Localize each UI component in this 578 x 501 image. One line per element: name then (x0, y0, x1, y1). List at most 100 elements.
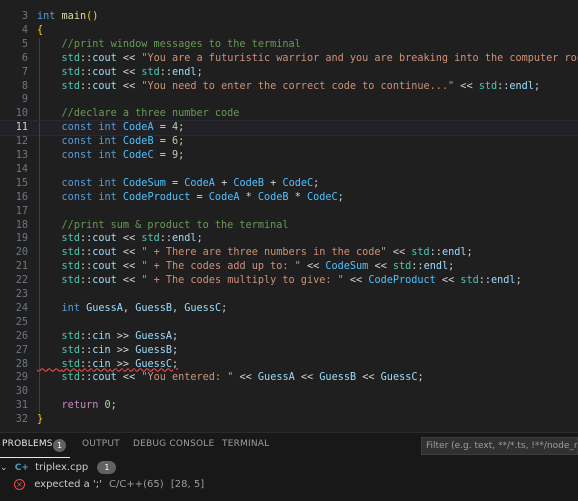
code-line[interactable]: 23 (0, 288, 578, 302)
code-text: std::cout << " + The codes add up to: " … (61, 261, 455, 273)
code-text: { (37, 24, 44, 36)
code-text: int GuessA, GuessB, GuessC; (61, 302, 228, 314)
code-line[interactable]: 28 std::cin >> GuessC; (0, 357, 578, 372)
line-number: 17 (15, 205, 28, 217)
code-text: std::cout << " + The codes multiply to g… (61, 275, 522, 287)
code-text: //print window messages to the terminal (61, 38, 301, 50)
code-text: std::cout << std::endl; (61, 66, 203, 78)
code-editor[interactable]: 3 int main() 4{5 //print window messages t… (0, 0, 578, 432)
line-number: 3 (21, 11, 28, 22)
line-number: 10 (15, 108, 28, 120)
line-number: 25 (15, 316, 28, 328)
code-text: std::cout << "You entered: " << GuessA <… (61, 372, 424, 384)
tab-output[interactable]: OUTPUT (82, 439, 120, 449)
code-line[interactable]: 27 std::cin >> GuessB; (0, 343, 578, 358)
indent-guide (39, 204, 40, 219)
tab-debug-console[interactable]: DEBUG CONSOLE (133, 439, 214, 449)
code-line[interactable]: 14 (0, 162, 578, 177)
line-number: 18 (15, 219, 28, 231)
line-number: 8 (21, 80, 28, 92)
code-line[interactable]: 19 std::cout << std::endl; (0, 232, 578, 247)
code-line[interactable]: 25 (0, 315, 578, 330)
code-line[interactable]: 12 const int CodeB = 6; (0, 135, 578, 150)
line-number: 11 (15, 122, 28, 134)
code-line[interactable]: 32} (0, 413, 578, 427)
code-text: const int CodeA = 4; (61, 122, 185, 134)
line-number: 31 (15, 400, 28, 412)
code-line[interactable]: 22 std::cout << " + The codes multiply t… (0, 274, 578, 289)
line-number: 16 (15, 191, 28, 203)
code-line[interactable]: 31 return 0; (0, 399, 578, 414)
code-line[interactable]: 4{ (0, 24, 578, 38)
problem-message: expected a ';' (34, 479, 102, 490)
line-number: 20 (15, 247, 28, 259)
indent-guide (39, 315, 40, 330)
code-text: std::cout << "You need to enter the corr… (61, 80, 541, 92)
code-line[interactable]: 3 int main() (0, 10, 578, 24)
code-line[interactable]: 29 std::cout << "You entered: " << Guess… (0, 371, 578, 386)
code-line[interactable]: 21 std::cout << " + The codes add up to:… (0, 260, 578, 275)
line-number: 28 (15, 358, 28, 370)
code-line[interactable]: 24 int GuessA, GuessB, GuessC; (0, 301, 578, 316)
line-number: 12 (15, 136, 28, 148)
code-text: const int CodeSum = CodeA + CodeB + Code… (61, 177, 320, 189)
indent-guide (39, 162, 40, 177)
code-line[interactable]: 20 std::cout << " + There are three numb… (0, 246, 578, 261)
code-line[interactable]: 17 (0, 204, 578, 219)
indent-guide (39, 385, 40, 400)
code-text: //declare a three number code (61, 108, 240, 120)
code-text: std::cin >> GuessB; (61, 344, 179, 356)
line-number: 22 (15, 275, 28, 287)
code-line[interactable]: 7 std::cout << std::endl; (0, 65, 578, 80)
line-number: 6 (21, 52, 28, 64)
code-line[interactable]: 8 std::cout << "You need to enter the co… (0, 79, 578, 94)
active-tab-indicator (0, 457, 70, 458)
code-text: //print sum & product to the terminal (61, 219, 289, 231)
tab-terminal[interactable]: TERMINAL (222, 439, 269, 449)
code-line[interactable]: 15 const int CodeSum = CodeA + CodeB + C… (0, 176, 578, 191)
problem-file-name: triplex.cpp (35, 462, 89, 473)
code-line[interactable]: 5 //print window messages to the termina… (0, 37, 578, 52)
panel-tab-bar: PROBLEMS 1 OUTPUT DEBUG CONSOLE TERMINAL… (0, 433, 578, 459)
file-problem-count-badge: 1 (97, 461, 117, 474)
problem-location: [28, 5] (170, 479, 205, 490)
line-number: 15 (15, 177, 28, 189)
line-number: 19 (15, 233, 28, 245)
code-text: } (37, 414, 44, 426)
code-line[interactable]: 18 //print sum & product to the terminal (0, 218, 578, 233)
line-number: 24 (15, 302, 28, 314)
line-number: 23 (15, 289, 28, 300)
indent-guide (39, 288, 40, 302)
line-number: 30 (15, 386, 28, 398)
line-number: 21 (15, 261, 28, 273)
line-number: 9 (21, 94, 28, 106)
code-text: std::cout << "You are a futuristic warri… (61, 52, 578, 64)
code-text: const int CodeProduct = CodeA * CodeB * … (61, 191, 344, 203)
code-text: int main() (37, 11, 99, 22)
problems-filter-input[interactable]: Filter (e.g. text, **/*.ts, !**/node_mod… (421, 437, 578, 455)
code-line[interactable]: 10 //declare a three number code (0, 107, 578, 122)
code-text: const int CodeB = 6; (61, 136, 185, 148)
code-line[interactable]: 13 const int CodeC = 9; (0, 149, 578, 163)
code-line[interactable]: 26 std::cin >> GuessA; (0, 329, 578, 344)
code-text: const int CodeC = 9; (61, 150, 185, 161)
code-text: std::cin >> GuessC; (61, 358, 179, 370)
problem-item[interactable]: × expected a ';' C/C++(65) [28, 5] (14, 477, 204, 493)
problems-count-badge: 1 (53, 439, 66, 452)
code-line[interactable]: 16 const int CodeProduct = CodeA * CodeB… (0, 190, 578, 205)
indent-guide (39, 93, 40, 108)
code-line[interactable]: 30 (0, 385, 578, 400)
code-line[interactable]: 11 const int CodeA = 4; (0, 120, 578, 137)
tab-problems[interactable]: PROBLEMS (2, 439, 53, 449)
code-text: return 0; (61, 400, 117, 412)
line-number: 29 (15, 372, 28, 384)
line-number: 5 (21, 38, 28, 50)
problem-file-row[interactable]: ⌄ C+ triplex.cpp 1 (0, 460, 117, 476)
code-line[interactable]: 6 std::cout << "You are a futuristic war… (0, 51, 578, 66)
problem-source: C/C++(65) (109, 479, 164, 490)
chevron-down-icon[interactable]: ⌄ (0, 463, 8, 473)
code-text: std::cout << std::endl; (61, 233, 203, 245)
code-line[interactable]: 9 (0, 93, 578, 108)
code-text: std::cout << " + There are three numbers… (61, 247, 473, 259)
line-number: 7 (21, 66, 28, 78)
